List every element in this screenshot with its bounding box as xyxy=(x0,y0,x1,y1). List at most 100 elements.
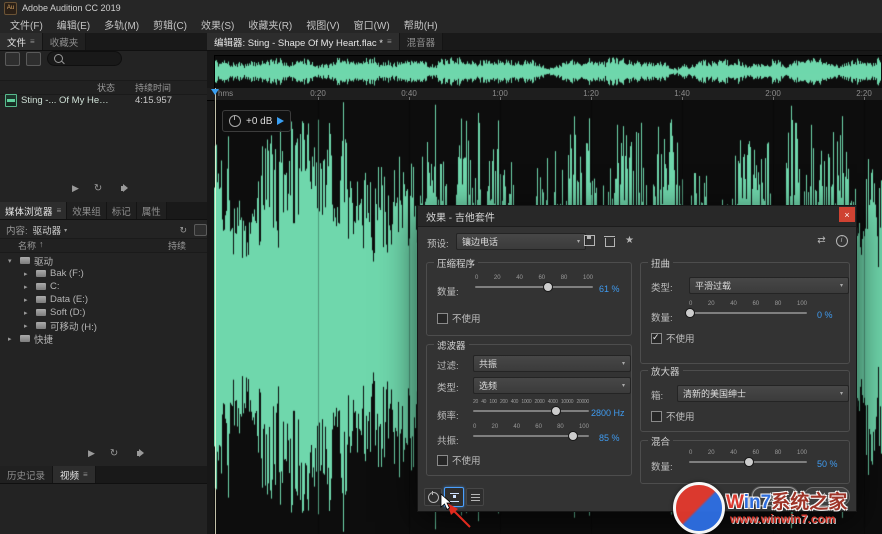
mix-amount-slider[interactable]: 020406080100 xyxy=(689,450,807,467)
menu-favorites[interactable]: 收藏夹(R) xyxy=(241,15,299,34)
apply-button[interactable]: 应用 xyxy=(752,487,798,506)
checkbox-checked[interactable] xyxy=(651,333,662,344)
menu-help[interactable]: 帮助(H) xyxy=(397,15,445,34)
col-name[interactable]: 名称 ↑ xyxy=(18,239,44,252)
col-duration[interactable]: 持续时间 xyxy=(135,81,171,94)
filter-type-select[interactable]: 选频 ▾ xyxy=(473,377,631,394)
tree-item-bak-f[interactable]: ▸ Bak (F:) xyxy=(0,267,207,280)
panel-menu-icon[interactable]: ≡ xyxy=(30,37,35,46)
dialog-title-bar[interactable]: 效果 - 吉他套件 xyxy=(418,206,856,227)
hud-db-value[interactable]: +0 dB xyxy=(246,116,272,127)
tab-video[interactable]: 视频 ≡ xyxy=(53,466,96,483)
menu-multitrack[interactable]: 多轨(M) xyxy=(97,15,146,34)
expander-icon[interactable]: ▾ xyxy=(8,257,16,265)
file-list-item[interactable]: Sting -... Of My Heart.flac * 4:15.957 xyxy=(0,94,212,107)
amplifier-bypass[interactable]: 不使用 xyxy=(651,409,695,423)
view-options-icon[interactable] xyxy=(194,224,207,236)
compressor-bypass[interactable]: 不使用 xyxy=(437,311,481,325)
menu-edit[interactable]: 编辑(E) xyxy=(50,15,97,34)
panel-menu-icon[interactable]: ≡ xyxy=(83,470,88,479)
playhead-handle-icon[interactable] xyxy=(211,89,219,95)
routing-button[interactable]: ⇄ xyxy=(814,233,829,248)
search-input[interactable] xyxy=(67,53,115,65)
import-file-icon[interactable] xyxy=(5,52,20,66)
slider-handle[interactable] xyxy=(551,406,561,416)
play-icon[interactable]: ▶ xyxy=(72,183,79,194)
col-duration-short[interactable]: 持续 xyxy=(168,239,186,252)
slider-handle[interactable] xyxy=(568,431,578,441)
tab-files[interactable]: 文件 ≡ xyxy=(0,33,43,50)
filter-select[interactable]: 共振 ▾ xyxy=(473,355,631,372)
tab-effects-rack[interactable]: 效果组 xyxy=(67,202,107,219)
loop-icon[interactable]: ↻ xyxy=(94,183,102,194)
slider-handle[interactable] xyxy=(744,457,754,467)
expander-icon[interactable]: ▸ xyxy=(24,283,32,291)
tree-item-drives[interactable]: ▾ 驱动 xyxy=(0,254,207,267)
filter-res-slider[interactable]: 020406080100 xyxy=(473,424,589,441)
dialog-close-icon[interactable]: × xyxy=(839,207,855,222)
tab-favorites[interactable]: 收藏夹 xyxy=(43,33,87,50)
menu-view[interactable]: 视图(V) xyxy=(299,15,346,34)
volume-knob-icon[interactable] xyxy=(229,115,241,127)
tab-properties[interactable]: 属性 xyxy=(137,202,167,219)
playhead[interactable] xyxy=(215,88,216,534)
amplifier-box-select[interactable]: 清新的美国绅士 ▾ xyxy=(677,385,849,402)
info-button[interactable] xyxy=(834,233,849,248)
tab-history[interactable]: 历史记录 xyxy=(0,466,53,483)
favorite-preset-button[interactable]: ★ xyxy=(622,233,637,248)
expander-icon[interactable]: ▸ xyxy=(24,309,32,317)
tree-item-soft-d[interactable]: ▸ Soft (D:) xyxy=(0,306,207,319)
tab-editor-file[interactable]: 编辑器: Sting - Shape Of My Heart.flac * ≡ xyxy=(207,33,400,50)
compressor-amount-slider[interactable]: 020406080100 xyxy=(475,275,593,292)
panel-menu-icon[interactable]: ≡ xyxy=(387,37,392,46)
slider-handle[interactable] xyxy=(685,308,695,318)
expander-icon[interactable]: ▸ xyxy=(24,296,32,304)
effect-power-toggle-button[interactable] xyxy=(424,488,442,506)
tab-mixer[interactable]: 混音器 xyxy=(400,33,444,50)
save-preset-button[interactable] xyxy=(582,233,597,248)
slider-track[interactable] xyxy=(689,312,807,314)
tree-item-c[interactable]: ▸ C: xyxy=(0,280,207,293)
close-button[interactable]: 关闭 xyxy=(804,487,850,506)
new-file-icon[interactable] xyxy=(26,52,41,66)
overview-waveform[interactable] xyxy=(215,56,881,87)
tab-markers[interactable]: 标记 xyxy=(107,202,137,219)
hud-pin-icon[interactable] xyxy=(277,117,284,125)
refresh-icon[interactable]: ↻ xyxy=(179,225,187,236)
filter-bypass[interactable]: 不使用 xyxy=(437,453,481,467)
delete-preset-button[interactable] xyxy=(602,233,617,248)
autoplay-speaker-icon[interactable] xyxy=(121,186,124,191)
toggle-io-button[interactable] xyxy=(444,487,464,507)
menu-clip[interactable]: 剪辑(C) xyxy=(146,15,194,34)
tree-item-removable-h[interactable]: ▸ 可移动 (H:) xyxy=(0,319,207,332)
checkbox-unchecked[interactable] xyxy=(651,411,662,422)
expander-icon[interactable]: ▸ xyxy=(24,322,32,330)
loop-icon[interactable]: ↻ xyxy=(110,448,118,459)
menu-file[interactable]: 文件(F) xyxy=(3,15,50,34)
filter-freq-slider[interactable]: 20401002004001000200040001000020000 xyxy=(473,399,589,416)
settings-button[interactable] xyxy=(466,488,484,506)
distortion-amount-slider[interactable]: 020406080100 xyxy=(689,301,807,318)
preset-select[interactable]: 镶边电话 ▾ xyxy=(456,233,586,250)
distortion-bypass[interactable]: 不使用 xyxy=(651,331,695,345)
distortion-type-select[interactable]: 平滑过载 ▾ xyxy=(689,277,849,294)
play-icon[interactable]: ▶ xyxy=(88,448,95,459)
tree-item-shortcuts[interactable]: ▸ 快捷 xyxy=(0,332,207,345)
content-drive-select[interactable]: 驱动器 ▾ xyxy=(33,223,68,237)
slider-handle[interactable] xyxy=(543,282,553,292)
menu-window[interactable]: 窗口(W) xyxy=(347,15,397,34)
expander-icon[interactable]: ▸ xyxy=(24,270,32,278)
autoplay-speaker-icon[interactable] xyxy=(137,451,140,456)
tab-media-browser[interactable]: 媒体浏览器 ≡ xyxy=(0,202,67,219)
slider-track[interactable] xyxy=(473,410,589,412)
tree-item-data-e[interactable]: ▸ Data (E:) xyxy=(0,293,207,306)
menu-effects[interactable]: 效果(S) xyxy=(194,15,241,34)
volume-hud[interactable]: +0 dB xyxy=(222,110,291,132)
expander-icon[interactable]: ▸ xyxy=(8,335,16,343)
files-search[interactable] xyxy=(47,51,122,66)
panel-menu-icon[interactable]: ≡ xyxy=(57,206,62,215)
col-status[interactable]: 状态 xyxy=(97,81,115,94)
checkbox-unchecked[interactable] xyxy=(437,455,448,466)
checkbox-unchecked[interactable] xyxy=(437,313,448,324)
slider-track[interactable] xyxy=(475,286,593,288)
